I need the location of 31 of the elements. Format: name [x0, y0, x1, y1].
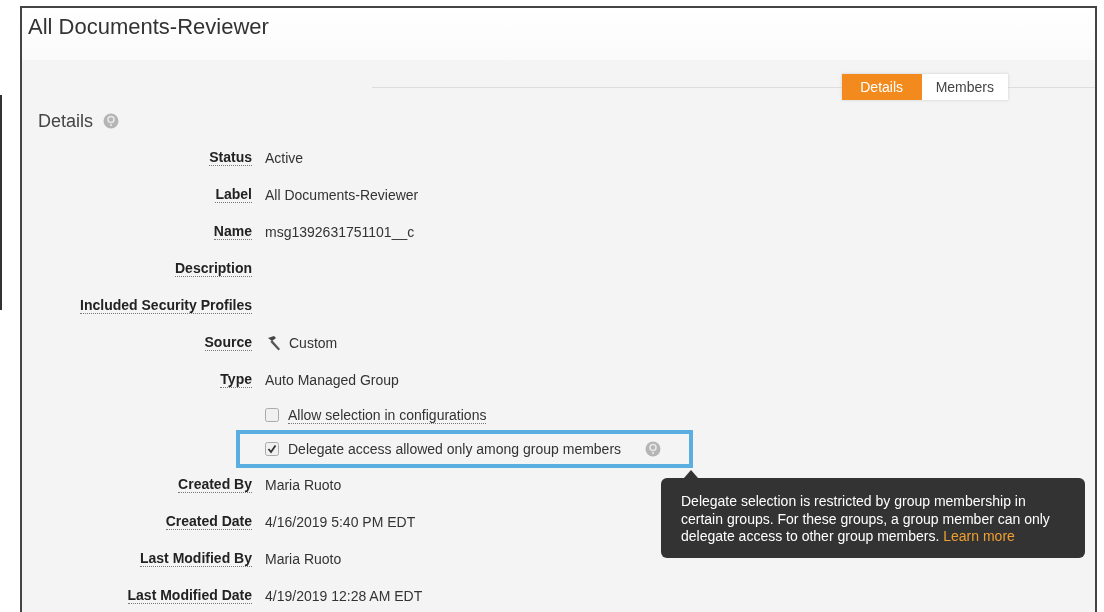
field-value: Active — [265, 149, 304, 166]
tab[interactable]: Members — [921, 74, 1008, 100]
tooltip-text: Delegate selection is restricted by group membership in certain groups. For these groups, a group member can only delegate access to other group members. Learn more — [681, 493, 1051, 546]
field-label: Last Modified Date — [127, 587, 252, 604]
field-value: Custom — [289, 334, 338, 351]
section-title: Details — [38, 110, 94, 132]
field-value: 4/19/2019 12:28 AM EDT — [265, 587, 423, 604]
field-label: Created By — [178, 476, 252, 493]
field-value: Maria Ruoto — [265, 550, 342, 567]
field-label: Created Date — [165, 513, 252, 530]
help-icon[interactable] — [103, 113, 120, 129]
field-label: Included Security Profiles — [80, 297, 252, 314]
field-label: Status — [209, 149, 252, 166]
field-label: Type — [220, 371, 252, 388]
field-label: Description — [175, 260, 252, 277]
field-label: Label — [215, 186, 252, 203]
checkbox-label: Allow selection in configurations — [288, 406, 487, 424]
learn-more-link[interactable]: Learn more — [943, 528, 1015, 544]
field-label: Last Modified By — [140, 550, 252, 567]
checkbox[interactable] — [265, 442, 279, 456]
field-value: All Documents-Reviewer — [265, 186, 419, 203]
checkbox-label: Delegate access allowed only among group members — [288, 441, 622, 457]
field-value: Auto Managed Group — [265, 371, 399, 388]
field-value: 4/16/2019 5:40 PM EDT — [265, 513, 416, 530]
help-icon[interactable] — [645, 441, 662, 457]
field-value: Maria Ruoto — [265, 476, 342, 493]
field-label: Source — [204, 334, 252, 351]
window-title: All Documents-Reviewer — [22, 8, 1095, 60]
checkbox[interactable] — [265, 408, 279, 422]
field-value: msg1392631751101__c — [265, 223, 415, 240]
field-label: Name — [213, 223, 252, 240]
